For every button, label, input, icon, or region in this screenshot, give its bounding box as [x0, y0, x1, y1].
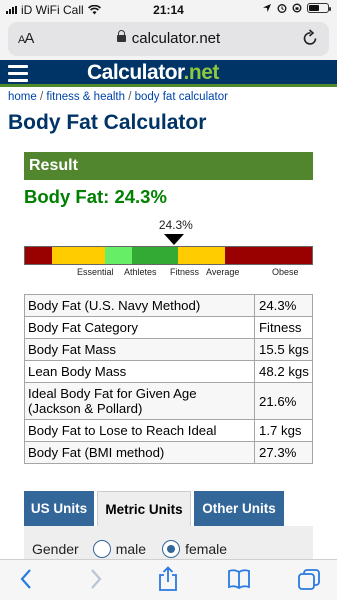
table-row: Body Fat (U.S. Navy Method) 24.3% [24, 294, 313, 317]
url-display[interactable]: calculator.net [8, 30, 329, 47]
gauge-segment [105, 247, 132, 264]
table-row: Ideal Body Fat for Given Age (Jackson & … [24, 382, 313, 420]
site-header: Calculator.net [0, 60, 337, 87]
gauge-category-label: Obese [272, 267, 299, 277]
gauge-value-label: 24.3% [158, 218, 193, 232]
gauge-category-label: Average [206, 267, 240, 277]
table-row: Body Fat Mass 15.5 kgs [24, 338, 313, 361]
tab-metric-units[interactable]: Metric Units [97, 491, 191, 526]
tab-other-units[interactable]: Other Units [194, 491, 284, 526]
gauge-segment [51, 247, 106, 264]
status-bar: iD WiFi Call 21:14 [0, 0, 337, 20]
browser-bar: AA calculator.net [0, 20, 337, 60]
gender-label: Gender [32, 541, 79, 557]
page-title: Body Fat Calculator [8, 111, 207, 134]
site-logo[interactable]: Calculator.net [87, 61, 219, 85]
alarm-icon [277, 4, 287, 13]
row-label: Body Fat to Lose to Reach Ideal [24, 419, 255, 442]
breadcrumb-fitness[interactable]: fitness & health [46, 91, 125, 103]
row-value: 24.3% [254, 294, 313, 317]
gauge-bar [24, 246, 313, 265]
body-fat-gauge: 24.3% Essential Athletes Fitness Average Obe… [24, 216, 313, 278]
gauge-segment [225, 247, 312, 264]
gauge-pointer [163, 234, 184, 245]
reload-icon[interactable] [302, 29, 319, 48]
battery-icon [307, 3, 331, 13]
male-radio[interactable] [92, 540, 111, 558]
bookmarks-icon[interactable] [227, 568, 251, 590]
rotation-lock-icon [292, 3, 302, 13]
row-value: Fitness [254, 316, 313, 339]
lock-icon [116, 30, 126, 42]
row-value: 1.7 kgs [254, 419, 313, 442]
gauge-category-label: Fitness [170, 267, 200, 277]
back-icon[interactable] [19, 568, 33, 590]
gauge-segment [178, 247, 226, 264]
forward-icon[interactable] [89, 568, 103, 590]
menu-icon[interactable] [8, 65, 28, 82]
result-header: Result [24, 152, 313, 180]
table-row: Body Fat (BMI method) 27.3% [24, 441, 313, 464]
result-table: Body Fat (U.S. Navy Method) 24.3% Body Fa… [24, 294, 313, 464]
breadcrumb-home[interactable]: home [8, 91, 37, 103]
table-row: Body Fat to Lose to Reach Ideal 1.7 kgs [24, 419, 313, 442]
row-value: 27.3% [254, 441, 313, 464]
tab-us-units[interactable]: US Units [24, 491, 94, 526]
body-fat-result: Body Fat: 24.3% [24, 186, 167, 207]
row-label: Body Fat (U.S. Navy Method) [24, 294, 255, 317]
female-radio[interactable] [162, 540, 181, 558]
row-value: 48.2 kgs [254, 360, 313, 383]
row-label: Body Fat Mass [24, 338, 255, 361]
row-label: Ideal Body Fat for Given Age (Jackson & … [24, 382, 255, 420]
address-bar[interactable]: AA calculator.net [8, 22, 329, 56]
gender-row: Gender male female [32, 540, 227, 558]
browser-toolbar [0, 559, 337, 600]
unit-tabs: US Units Metric Units Other Units [24, 491, 313, 526]
table-row: Lean Body Mass 48.2 kgs [24, 360, 313, 383]
row-value: 21.6% [254, 382, 313, 420]
status-icons [262, 3, 331, 13]
url-text: calculator.net [131, 30, 221, 47]
male-label[interactable]: male [116, 541, 146, 557]
location-icon [263, 4, 271, 12]
table-row: Body Fat Category Fitness [24, 316, 313, 339]
gauge-segment [25, 247, 52, 264]
female-label[interactable]: female [185, 541, 227, 557]
breadcrumb: home / fitness & health / body fat calcu… [8, 91, 228, 103]
share-icon[interactable] [157, 566, 179, 592]
row-label: Lean Body Mass [24, 360, 255, 383]
row-label: Body Fat Category [24, 316, 255, 339]
breadcrumb-current[interactable]: body fat calculator [135, 91, 228, 103]
gauge-segment [131, 247, 179, 264]
row-label: Body Fat (BMI method) [24, 441, 255, 464]
gauge-category-label: Athletes [124, 267, 157, 277]
gauge-category-label: Essential [77, 267, 114, 277]
tabs-icon[interactable] [297, 568, 321, 592]
row-value: 15.5 kgs [254, 338, 313, 361]
